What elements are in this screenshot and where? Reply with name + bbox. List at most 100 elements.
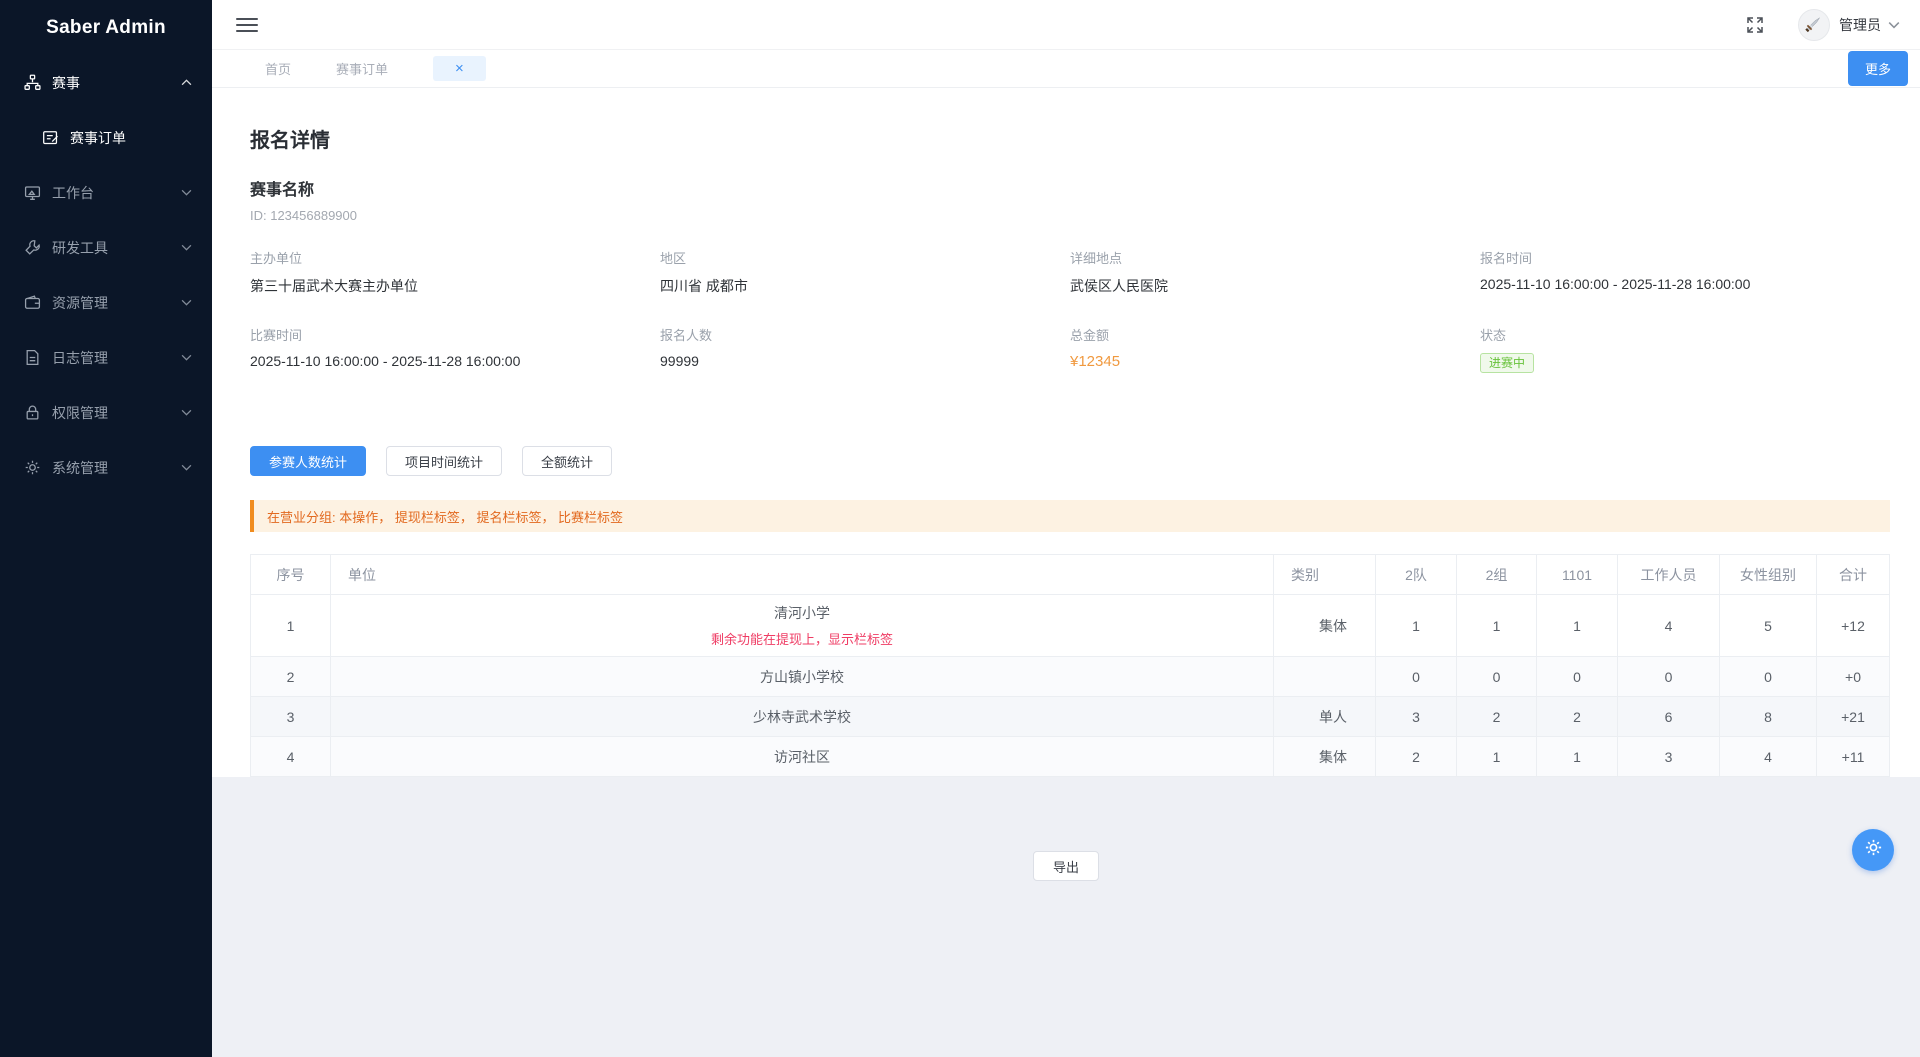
field-label: 主办单位: [250, 248, 660, 265]
field-value: 武侯区人民医院: [1070, 276, 1480, 295]
detail-fields: 主办单位 第三十届武术大赛主办单位 地区 四川省 成都市 详细地点 武侯区人民医…: [250, 248, 1890, 372]
sidebar-item-logs[interactable]: 日志管理: [0, 330, 212, 385]
more-button[interactable]: 更多: [1848, 51, 1908, 86]
field-value: 2025-11-10 16:00:00 - 2025-11-28 16:00:0…: [1480, 276, 1890, 295]
field-signup-time: 报名时间 2025-11-10 16:00:00 - 2025-11-28 16…: [1480, 248, 1890, 295]
col-header-female: 女性组别: [1720, 555, 1817, 595]
cell-female: 0: [1720, 657, 1817, 697]
chevron-down-icon: [181, 242, 192, 253]
topbar-right: 管理员: [1746, 9, 1900, 41]
cell-no: 1: [251, 595, 331, 657]
export-button[interactable]: 导出: [1033, 851, 1099, 881]
content: 报名详情 赛事名称 ID: 123456889900 主办单位 第三十届武术大赛…: [212, 88, 1920, 1057]
sidebar-item-label: 权限管理: [52, 403, 108, 423]
cell-female: 8: [1720, 697, 1817, 737]
field-label: 总金额: [1070, 325, 1480, 342]
field-label: 地区: [660, 248, 1070, 265]
avatar[interactable]: [1798, 9, 1830, 41]
tab-event-orders[interactable]: 赛事订单: [336, 59, 388, 78]
table-row: 2 方山镇小学校 0 0 0 0 0 +0: [251, 657, 1890, 697]
field-status: 状态 进赛中: [1480, 325, 1890, 372]
cell-total: +11: [1817, 737, 1890, 777]
event-id: ID: 123456889900: [250, 208, 1890, 224]
page-title: 报名详情: [250, 124, 1890, 150]
table-row: 4 访河社区 集体 2 1 1 3 4 +11: [251, 737, 1890, 777]
field-address: 详细地点 武侯区人民医院: [1070, 248, 1480, 295]
gear-icon: [24, 459, 41, 476]
sidebar-item-resources[interactable]: 资源管理: [0, 275, 212, 330]
cell-team2: 1: [1376, 595, 1457, 657]
amount-value: ¥12345: [1070, 353, 1480, 372]
sidebar-item-label: 系统管理: [52, 458, 108, 478]
stat-tab-row: 参赛人数统计 项目时间统计 全额统计: [250, 446, 1890, 476]
cell-team2: 0: [1376, 657, 1457, 697]
sidebar-item-system[interactable]: 系统管理: [0, 440, 212, 495]
footer-area: 导出: [212, 777, 1920, 881]
field-value: 第三十届武术大赛主办单位: [250, 276, 660, 295]
lock-icon: [24, 404, 41, 421]
stat-tab-participants[interactable]: 参赛人数统计: [250, 446, 366, 476]
cell-female: 5: [1720, 595, 1817, 657]
cell-total: +21: [1817, 697, 1890, 737]
settings-fab[interactable]: [1852, 829, 1894, 871]
warning-alert: 在营业分组: 本操作， 提现栏标签， 提名栏标签， 比赛栏标签: [250, 500, 1890, 532]
sidebar-item-workbench[interactable]: 工作台: [0, 165, 212, 220]
chevron-down-icon[interactable]: [1888, 19, 1900, 31]
chevron-down-icon: [181, 352, 192, 363]
field-value: 99999: [660, 353, 1070, 372]
sidebar-item-permissions[interactable]: 权限管理: [0, 385, 212, 440]
document-icon: [24, 349, 41, 366]
sidebar-item-dev-tools[interactable]: 研发工具: [0, 220, 212, 275]
monitor-icon: [24, 184, 41, 201]
status-badge: 进赛中: [1480, 353, 1534, 373]
menu-toggle-icon[interactable]: [236, 14, 258, 36]
cell-female: 4: [1720, 737, 1817, 777]
fullscreen-icon[interactable]: [1746, 16, 1764, 34]
col-header-group2: 2组: [1457, 555, 1537, 595]
stat-tab-amount[interactable]: 全额统计: [522, 446, 612, 476]
tab-home[interactable]: 首页: [265, 59, 291, 78]
sidebar-item-label: 资源管理: [52, 293, 108, 313]
cell-staff: 6: [1618, 697, 1720, 737]
cell-1101: 1: [1537, 737, 1618, 777]
cell-group2: 0: [1457, 657, 1537, 697]
close-icon[interactable]: ×: [455, 61, 464, 76]
cell-staff: 4: [1618, 595, 1720, 657]
sidebar-item-events[interactable]: 赛事: [0, 55, 212, 110]
cell-no: 2: [251, 657, 331, 697]
cell-category: 集体: [1274, 737, 1376, 777]
cell-no: 3: [251, 697, 331, 737]
field-label: 状态: [1480, 325, 1890, 342]
col-header-cat: 类别: [1274, 555, 1376, 595]
wallet-icon: [24, 294, 41, 311]
app-root: Saber Admin 赛事: [0, 0, 1920, 1057]
cell-unit: 方山镇小学校: [331, 657, 1274, 697]
table-row: 1 清河小学 剩余功能在提现上，显示栏标签 集体 1 1 1 4 5 +12: [251, 595, 1890, 657]
field-region: 地区 四川省 成都市: [660, 248, 1070, 295]
main-area: 管理员 首页 赛事订单 × 更多 报名详情 赛事名称 ID: 123456889…: [212, 0, 1920, 1057]
cell-total: +12: [1817, 595, 1890, 657]
cell-team2: 2: [1376, 737, 1457, 777]
col-header-no: 序号: [251, 555, 331, 595]
sidebar-item-label: 日志管理: [52, 348, 108, 368]
sidebar-item-label: 赛事订单: [70, 128, 126, 148]
form-icon: [42, 129, 59, 146]
col-header-team2: 2队: [1376, 555, 1457, 595]
tabbar: 首页 赛事订单 × 更多: [212, 50, 1920, 88]
field-label: 详细地点: [1070, 248, 1480, 265]
field-value: 2025-11-10 16:00:00 - 2025-11-28 16:00:0…: [250, 353, 660, 372]
sidebar: Saber Admin 赛事: [0, 0, 212, 1057]
user-name[interactable]: 管理员: [1839, 15, 1881, 35]
gear-icon: [1864, 838, 1883, 862]
sidebar-item-label: 研发工具: [52, 238, 108, 258]
sidebar-item-event-orders[interactable]: 赛事订单: [0, 110, 212, 165]
col-header-staff: 工作人员: [1618, 555, 1720, 595]
cell-staff: 3: [1618, 737, 1720, 777]
field-value: 四川省 成都市: [660, 276, 1070, 295]
cell-no: 4: [251, 737, 331, 777]
table-row: 3 少林寺武术学校 单人 3 2 2 6 8 +21: [251, 697, 1890, 737]
stat-tab-schedule[interactable]: 项目时间统计: [386, 446, 502, 476]
chevron-down-icon: [181, 297, 192, 308]
field-organizer: 主办单位 第三十届武术大赛主办单位: [250, 248, 660, 295]
tab-active[interactable]: ×: [433, 56, 486, 81]
